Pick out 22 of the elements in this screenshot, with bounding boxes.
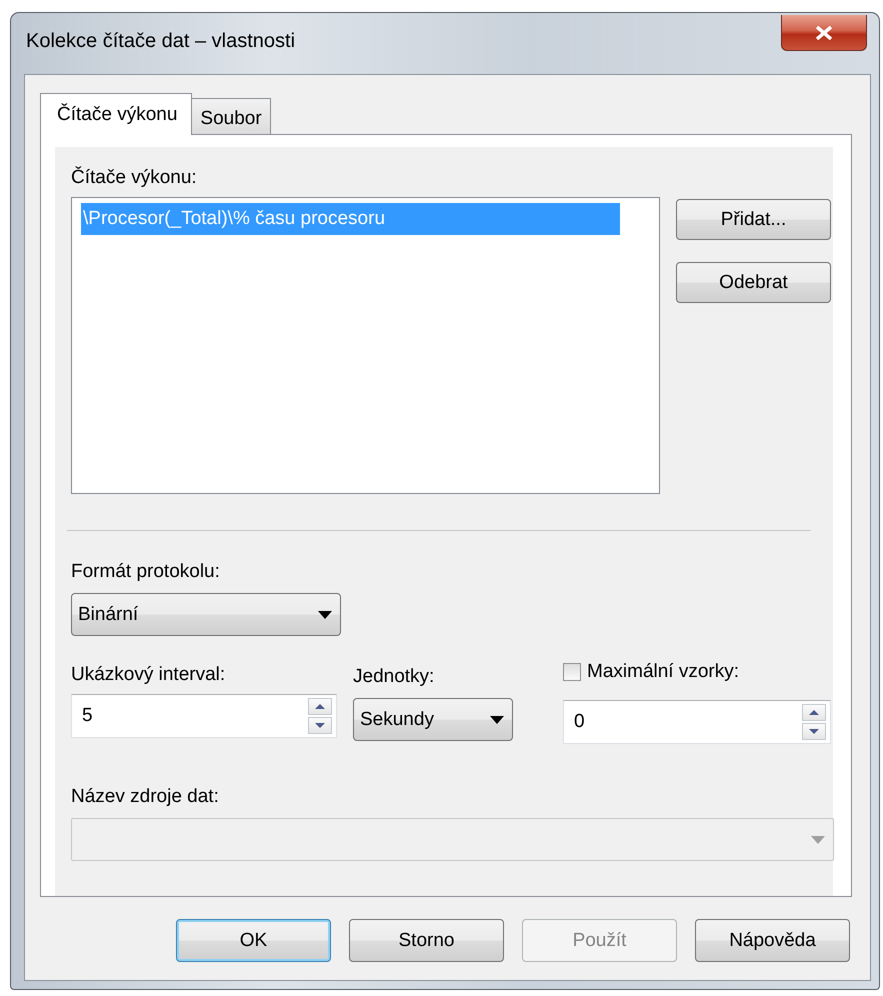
tab[interactable]: Soubor xyxy=(191,98,271,134)
checkbox[interactable] xyxy=(563,663,581,681)
field-label: Formát protokolu: xyxy=(71,561,221,583)
close-icon xyxy=(815,26,833,40)
format-dropdown[interactable]: Binární xyxy=(71,593,341,636)
field-label: Jednotky: xyxy=(353,666,436,688)
list-action-button[interactable]: Přidat... xyxy=(676,199,831,240)
window-title: Kolekce čítače dat – vlastnosti xyxy=(26,30,296,53)
dropdown-arrow-icon xyxy=(811,836,825,844)
dialog-button[interactable]: Storno xyxy=(349,919,504,962)
dropdown-arrow-icon xyxy=(318,610,332,618)
field-label: Název zdroje dat: xyxy=(71,786,220,808)
dropdown-arrow-icon xyxy=(490,716,504,724)
close-button[interactable] xyxy=(781,15,867,51)
units-dropdown[interactable]: Sekundy xyxy=(353,698,513,741)
field-label: Čítače výkonu: xyxy=(71,167,198,189)
list-action-button[interactable]: Odebrat xyxy=(676,262,831,303)
dialog-button[interactable]: Nápověda xyxy=(695,919,850,962)
dialog-button[interactable]: OK xyxy=(176,919,331,962)
checkbox-label: Maximální vzorky: xyxy=(587,661,740,683)
tab[interactable]: Čítače výkonu xyxy=(40,93,192,135)
field-label: Ukázkový interval: xyxy=(71,664,226,686)
